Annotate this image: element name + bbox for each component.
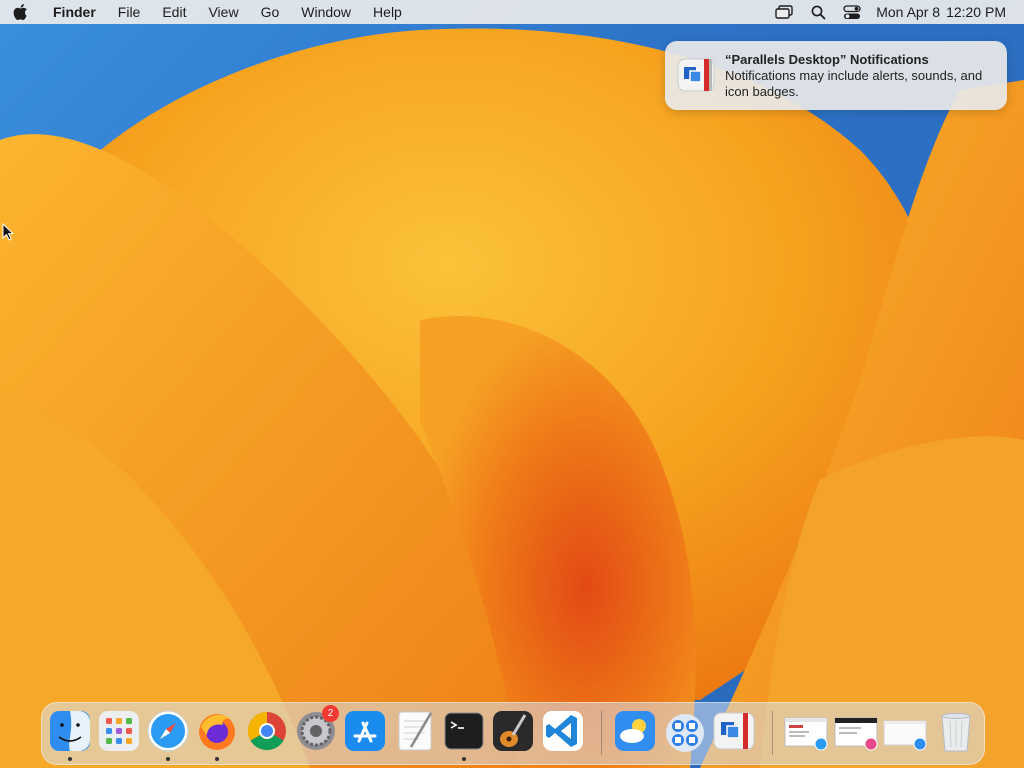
dock-vscode[interactable] (541, 709, 585, 753)
firefox-icon (199, 714, 235, 750)
apple-menu-icon[interactable] (0, 3, 40, 21)
notification-body: Notifications may include alerts, sounds… (725, 68, 983, 99)
dock-parallels-desktop[interactable] (712, 709, 756, 753)
minimized-window-thumbnail-icon (784, 717, 828, 751)
safari-icon (147, 710, 189, 752)
dock-trash[interactable] (934, 709, 978, 753)
notification-title: “Parallels Desktop” Notifications (725, 52, 929, 67)
chrome-icon (247, 711, 286, 751)
menu-edit[interactable]: Edit (151, 0, 197, 24)
finder-icon (50, 711, 90, 751)
dock-firefox[interactable] (195, 709, 239, 753)
menu-app-name[interactable]: Finder (40, 0, 107, 24)
minimized-window-thumbnail-icon (834, 717, 878, 751)
safari-running-indicator (166, 757, 170, 761)
dock-garageband[interactable] (491, 709, 535, 753)
menu-bar: Finder File Edit View Go Window Help Mon… (0, 0, 1024, 24)
menu-help[interactable]: Help (362, 0, 413, 24)
dock-system-settings[interactable]: 2 (294, 705, 339, 753)
firefox-running-indicator (215, 757, 219, 761)
wallpaper-petals (0, 28, 1024, 768)
dock-weather[interactable] (613, 709, 657, 753)
dock-terminal[interactable] (442, 709, 486, 753)
dock-safari[interactable] (146, 709, 190, 753)
dock-launchpad[interactable] (97, 709, 141, 753)
weather-icon (615, 711, 655, 751)
dock-minimized-photos-window[interactable] (834, 709, 878, 753)
desktop-wallpaper (0, 0, 1024, 768)
finder-running-indicator (68, 757, 72, 761)
spotlight-search-icon[interactable] (808, 2, 828, 22)
menu-view[interactable]: View (197, 0, 249, 24)
minimized-window-thumbnail-icon (883, 720, 927, 751)
control-center-icon[interactable] (842, 2, 862, 22)
dock-textedit[interactable] (393, 709, 437, 753)
menu-window[interactable]: Window (290, 0, 362, 24)
dock-minimized-finder-window[interactable] (883, 709, 927, 753)
parallels-desktop-icon (677, 56, 715, 94)
notification-badge: 2 (322, 705, 339, 722)
launchpad-icon (99, 711, 139, 751)
menu-go[interactable]: Go (250, 0, 291, 24)
menu-bar-clock[interactable]: Mon Apr 8 12:20 PM (876, 4, 1006, 20)
garageband-icon (493, 711, 533, 751)
screen-mirroring-icon[interactable] (774, 2, 794, 22)
dock-app-store[interactable] (343, 709, 387, 753)
clock-date: Mon Apr 8 (876, 4, 941, 20)
trash-icon (941, 713, 971, 752)
vscode-icon (543, 711, 583, 751)
terminal-running-indicator (462, 757, 466, 761)
menu-file[interactable]: File (107, 0, 152, 24)
dock-minimized-safari-window[interactable] (784, 709, 828, 753)
parallels-desktop-icon (713, 712, 755, 750)
app-store-icon (345, 711, 385, 751)
dock-chrome[interactable] (245, 709, 289, 753)
terminal-icon (444, 712, 484, 750)
dock-separator-minimized (772, 711, 773, 755)
parallels-control-center-icon (666, 714, 704, 752)
textedit-icon (398, 711, 433, 751)
clock-time: 12:20 PM (946, 4, 1006, 20)
mouse-pointer-icon (2, 222, 15, 246)
dock: 2 (41, 702, 985, 765)
dock-separator (601, 711, 602, 755)
notification-banner[interactable]: “Parallels Desktop” Notifications Notifi… (665, 41, 1007, 110)
dock-finder[interactable] (48, 709, 92, 753)
dock-parallels-control-center[interactable] (663, 709, 707, 753)
